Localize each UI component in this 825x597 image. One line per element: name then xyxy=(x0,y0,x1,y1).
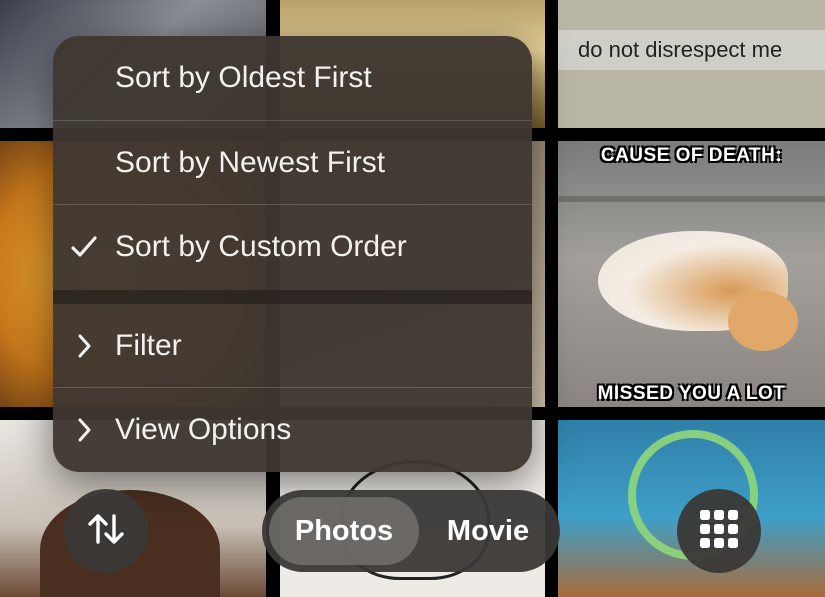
meme-caption-top: CAUSE OF DEATH: xyxy=(600,145,783,166)
menu-item-filter[interactable]: Filter xyxy=(53,304,532,388)
menu-item-label: Sort by Newest First xyxy=(115,146,386,179)
meme-text: do not disrespect me xyxy=(578,37,783,62)
photo-tile[interactable]: do not disrespect me xyxy=(558,0,825,128)
view-segmented-control: Photos Movie xyxy=(262,490,560,572)
sort-menu: Sort by Oldest First Sort by Newest Firs… xyxy=(53,36,532,472)
menu-item-label: Sort by Custom Order xyxy=(115,230,407,263)
cat-head-image xyxy=(728,291,798,351)
chevron-right-icon xyxy=(53,334,115,358)
meme-caption-bottom: MISSED YOU A LOT xyxy=(597,383,786,404)
menu-item-sort-newest[interactable]: Sort by Newest First xyxy=(53,121,532,205)
segment-movie[interactable]: Movie xyxy=(422,497,554,565)
menu-item-label: View Options xyxy=(115,413,292,446)
menu-item-view-options[interactable]: View Options xyxy=(53,388,532,472)
grid-icon xyxy=(699,509,739,554)
sort-button[interactable] xyxy=(64,489,148,573)
menu-group-separator xyxy=(53,290,532,304)
sort-arrows-icon xyxy=(87,513,125,550)
menu-item-sort-oldest[interactable]: Sort by Oldest First xyxy=(53,36,532,120)
sofa-detail xyxy=(558,196,825,202)
photo-tile[interactable]: CAUSE OF DEATH: MISSED YOU A LOT xyxy=(558,141,825,407)
grid-view-button[interactable] xyxy=(677,489,761,573)
checkmark-icon xyxy=(53,236,115,258)
menu-item-label: Filter xyxy=(115,329,182,362)
segment-photos[interactable]: Photos xyxy=(269,497,419,565)
menu-item-label: Sort by Oldest First xyxy=(115,61,372,94)
chevron-right-icon xyxy=(53,418,115,442)
menu-item-sort-custom[interactable]: Sort by Custom Order xyxy=(53,205,532,289)
